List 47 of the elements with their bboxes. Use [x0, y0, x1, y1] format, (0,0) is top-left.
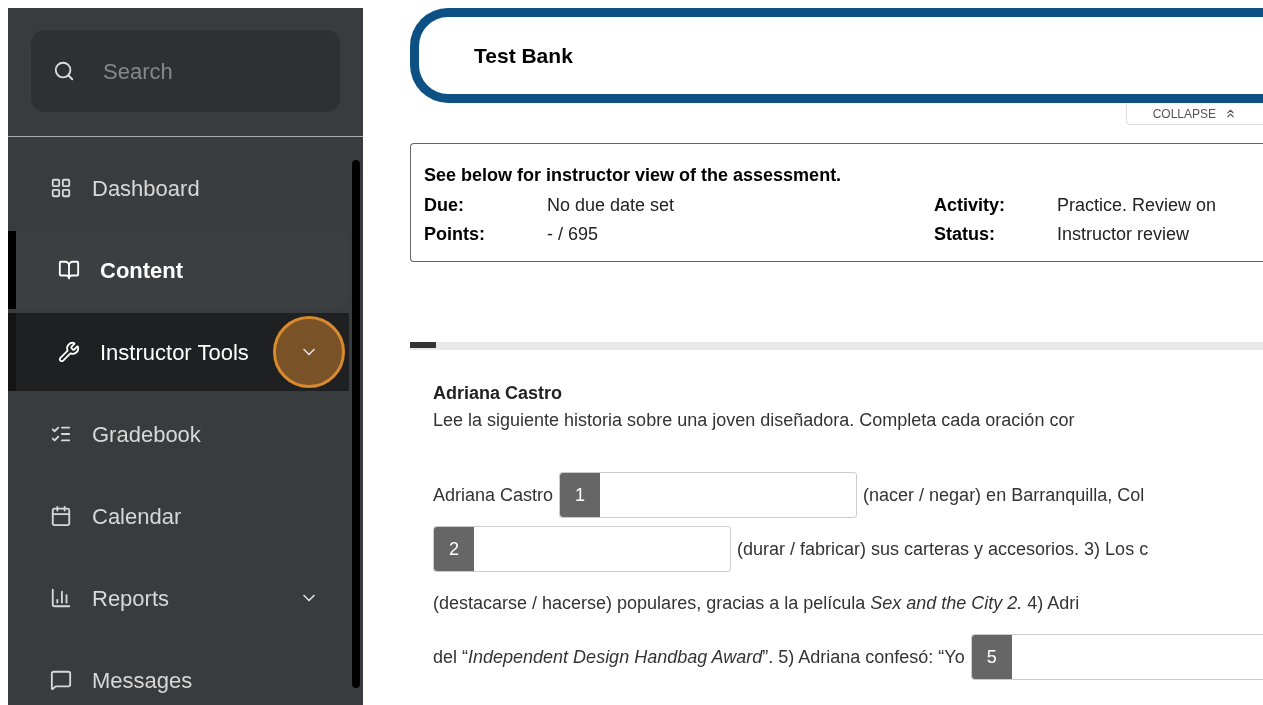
- search-icon: [53, 60, 75, 82]
- field-label: Activity:: [934, 194, 1006, 217]
- chevrons-up-icon: [1224, 107, 1237, 120]
- nav-label: Instructor Tools: [100, 338, 249, 367]
- answer-field[interactable]: 5: [970, 634, 1263, 680]
- nav-item[interactable]: Dashboard: [8, 149, 349, 227]
- collapse-button[interactable]: COLLAPSE: [1125, 103, 1263, 125]
- blank-number: 5: [971, 635, 1012, 679]
- blank-number: 2: [434, 527, 474, 571]
- passage-text: del “Independent Design Handbag Award”. 5) Adriana confesó: “Yo: [433, 645, 965, 669]
- field-label: Points:: [424, 223, 486, 246]
- field-value: Practice. Review on: [1057, 194, 1218, 217]
- bar-chart-icon: [50, 587, 72, 609]
- field-value: - / 695: [547, 223, 600, 246]
- field-value: No due date set: [547, 194, 676, 217]
- answer-field[interactable]: 2: [433, 526, 731, 572]
- calendar-icon: [50, 505, 72, 527]
- nav-label: Calendar: [92, 502, 182, 531]
- nav-item[interactable]: Gradebook: [8, 395, 349, 473]
- wrench-icon: [58, 341, 80, 363]
- answer-field[interactable]: 1: [559, 472, 858, 518]
- nav-item[interactable]: Reports: [8, 559, 349, 637]
- page-title: Test Bank: [474, 42, 573, 69]
- book-icon: [58, 259, 80, 281]
- nav-item[interactable]: Messages: [8, 641, 349, 705]
- info-heading: See below for instructor view of the assessment.: [424, 164, 843, 187]
- grid-icon: [50, 177, 72, 199]
- search-input[interactable]: Search: [103, 54, 303, 88]
- passage-text: (nacer / negar) en Barranquilla, Col: [863, 483, 1145, 507]
- nav-label: Dashboard: [92, 174, 200, 203]
- nav-label: Messages: [92, 666, 193, 695]
- nav-label: Content: [100, 256, 184, 285]
- nav-item[interactable]: Instructor Tools: [8, 313, 349, 391]
- field-label: Due:: [424, 194, 465, 217]
- passage-text: Adriana Castro: [433, 483, 554, 507]
- field-label: Status:: [934, 223, 996, 246]
- message-icon: [50, 669, 72, 691]
- instructions: Lee la siguiente historia sobre una joven diseñadora. Completa cada oración cor: [433, 409, 1076, 432]
- nav-item[interactable]: Calendar: [8, 477, 349, 555]
- nav-label: Reports: [92, 584, 170, 613]
- passage-text: (destacarse / hacerse) populares, gracias a la película Sex and the City 2. 4) Adri: [433, 591, 1080, 615]
- passage-text: (durar / fabricar) sus carteras y accesorios. 3) Los c: [737, 537, 1149, 561]
- blank-number: 1: [560, 473, 601, 517]
- field-value: Instructor review: [1057, 223, 1191, 246]
- search-bar[interactable]: Search: [31, 30, 340, 112]
- nav-label: Gradebook: [92, 420, 201, 449]
- question-title: Adriana Castro: [433, 382, 564, 405]
